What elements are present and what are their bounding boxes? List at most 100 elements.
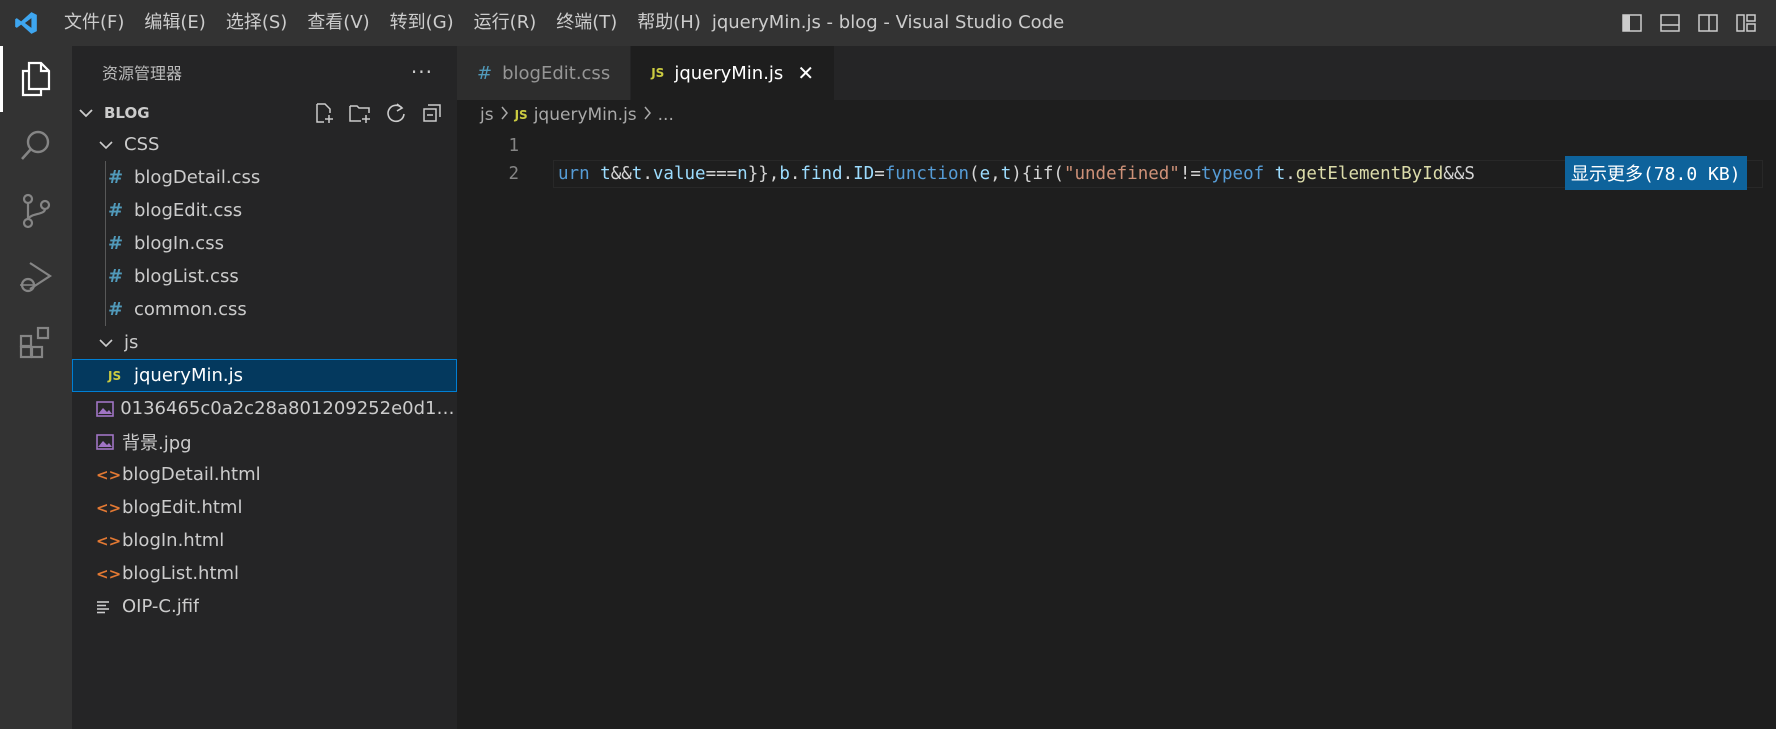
editor-tabs: # blogEdit.css JS jqueryMin.js ✕ [457, 46, 1776, 100]
css-file-icon: # [477, 62, 493, 84]
menu-file[interactable]: 文件(F) [54, 0, 134, 46]
file-label: blogIn.css [134, 233, 224, 254]
tree-file-selected[interactable]: JS jqueryMin.js [72, 359, 457, 392]
section-actions [311, 100, 445, 126]
file-label: 背景.jpg [122, 432, 192, 454]
tree-file[interactable]: <> blogDetail.html [72, 458, 457, 491]
html-file-icon: <> [96, 465, 122, 484]
js-file-icon: JS [651, 66, 665, 80]
folder-section-title: BLOG [104, 104, 150, 122]
new-folder-icon[interactable] [347, 100, 373, 126]
chevron-down-icon [96, 338, 116, 348]
css-file-icon: # [108, 266, 124, 287]
new-file-icon[interactable] [311, 100, 337, 126]
folder-label: js [124, 332, 139, 353]
refresh-icon[interactable] [383, 100, 409, 126]
toggle-primary-sidebar-icon[interactable] [1616, 7, 1648, 39]
vscode-logo-icon [0, 0, 52, 46]
menu-edit[interactable]: 编辑(E) [134, 0, 215, 46]
menu-terminal[interactable]: 终端(T) [546, 0, 627, 46]
search-icon[interactable] [0, 112, 72, 178]
chevron-down-icon [96, 140, 116, 150]
tree-file[interactable]: # blogIn.css [72, 227, 457, 260]
toggle-panel-icon[interactable] [1654, 7, 1686, 39]
folder-section-header[interactable]: BLOG [72, 98, 457, 128]
line-number: 2 [508, 164, 519, 184]
sidebar-title: 资源管理器 [102, 64, 183, 83]
tree-file[interactable]: # blogEdit.css [72, 194, 457, 227]
tree-file[interactable]: # blogList.css [72, 260, 457, 293]
tree-file[interactable]: # blogDetail.css [72, 161, 457, 194]
menu-help[interactable]: 帮助(H) [627, 0, 711, 46]
source-control-icon[interactable] [0, 178, 72, 244]
file-label: jqueryMin.js [134, 365, 244, 386]
tree-file[interactable]: 0136465c0a2c28a801209252e0d146.... [72, 392, 457, 425]
tab-label: blogEdit.css [502, 62, 611, 84]
menu-run[interactable]: 运行(R) [464, 0, 547, 46]
tree-file[interactable]: <> blogList.html [72, 557, 457, 590]
explorer-sidebar: 资源管理器 ··· BLOG CSS # blogDetail.css # bl… [72, 46, 457, 729]
menu-view[interactable]: 查看(V) [297, 0, 379, 46]
title-bar: 文件(F) 编辑(E) 选择(S) 查看(V) 转到(G) 运行(R) 终端(T… [0, 0, 1776, 46]
file-label: blogList.css [134, 266, 239, 287]
html-file-icon: <> [96, 498, 122, 517]
tree-folder-css[interactable]: CSS [72, 128, 457, 161]
activity-bar [0, 46, 72, 729]
folder-label: CSS [124, 134, 160, 155]
chevron-right-icon [643, 106, 652, 124]
editor-area: # blogEdit.css JS jqueryMin.js ✕ js JS j… [457, 46, 1776, 729]
sidebar-header: 资源管理器 ··· [72, 46, 457, 98]
file-label: common.css [134, 299, 247, 320]
chevron-right-icon [500, 106, 509, 124]
run-debug-icon[interactable] [0, 244, 72, 310]
menu-selection[interactable]: 选择(S) [216, 0, 297, 46]
image-file-icon [96, 433, 122, 450]
more-actions-icon[interactable]: ··· [411, 60, 433, 84]
breadcrumb-file[interactable]: jqueryMin.js [534, 105, 637, 125]
tree-file[interactable]: <> blogEdit.html [72, 491, 457, 524]
breadcrumb: js JS jqueryMin.js ... [457, 100, 1776, 130]
breadcrumb-folder[interactable]: js [480, 105, 494, 125]
line-number: 1 [508, 136, 519, 156]
tree-file[interactable]: OIP-C.jfif [72, 590, 457, 623]
html-file-icon: <> [96, 531, 122, 550]
file-label: blogList.html [122, 563, 240, 584]
js-file-icon: JS [108, 368, 122, 383]
code-line-current: 2 urn t&&t.value===n}},b.find.ID=functio… [457, 156, 1776, 190]
breadcrumb-more[interactable]: ... [658, 105, 674, 125]
close-icon[interactable]: ✕ [797, 61, 814, 85]
file-label: blogDetail.css [134, 167, 261, 188]
html-file-icon: <> [96, 564, 122, 583]
file-label: blogDetail.html [122, 464, 261, 485]
tree-file[interactable]: # common.css [72, 293, 457, 326]
customize-layout-icon[interactable] [1730, 7, 1762, 39]
js-file-icon: JS [514, 108, 528, 122]
tab-label: jqueryMin.js [674, 62, 784, 84]
file-label: blogIn.html [122, 530, 225, 551]
tab-blogedit-css[interactable]: # blogEdit.css [457, 46, 632, 100]
collapse-all-icon[interactable] [419, 100, 445, 126]
tab-jquerymin-js[interactable]: JS jqueryMin.js ✕ [631, 46, 836, 100]
css-file-icon: # [108, 200, 124, 221]
show-more-button[interactable]: 显示更多(78.0 KB) [1565, 156, 1747, 190]
css-file-icon: # [108, 167, 124, 188]
toggle-secondary-sidebar-icon[interactable] [1692, 7, 1724, 39]
tree-folder-js[interactable]: js [72, 326, 457, 359]
css-file-icon: # [108, 233, 124, 254]
explorer-icon[interactable] [0, 46, 72, 112]
file-label: blogEdit.html [122, 497, 243, 518]
image-file-icon [96, 400, 120, 417]
chevron-down-icon [72, 108, 100, 118]
menu-go[interactable]: 转到(G) [380, 0, 464, 46]
file-label: blogEdit.css [134, 200, 243, 221]
file-label: 0136465c0a2c28a801209252e0d146.... [120, 398, 457, 419]
extensions-icon[interactable] [0, 310, 72, 376]
text-file-icon [96, 600, 122, 614]
menu-bar: 文件(F) 编辑(E) 选择(S) 查看(V) 转到(G) 运行(R) 终端(T… [52, 0, 711, 46]
tree-file[interactable]: 背景.jpg [72, 425, 457, 458]
file-label: OIP-C.jfif [122, 596, 200, 617]
code-text: urn t&&t.value===n}},b.find.ID=function(… [558, 164, 1475, 184]
css-file-icon: # [108, 299, 124, 320]
tree-file[interactable]: <> blogIn.html [72, 524, 457, 557]
layout-controls [1616, 0, 1762, 46]
